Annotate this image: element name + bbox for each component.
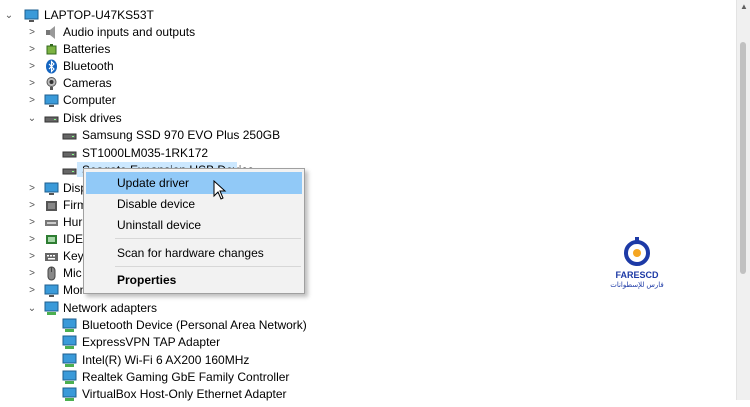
chevron-down-icon[interactable]: ⌄: [3, 7, 15, 24]
network-adapter-icon: [62, 353, 77, 368]
battery-icon: [44, 42, 59, 57]
watermark-logo: FARESCD فارس للإسطوانات: [608, 236, 666, 296]
computer-icon: [24, 8, 39, 23]
tree-item-label: VirtualBox Host-Only Ethernet Adapter: [82, 387, 287, 401]
menu-separator: [115, 238, 301, 239]
tree-item-label: Samsung SSD 970 EVO Plus 250GB: [82, 128, 281, 142]
speaker-icon: [44, 25, 59, 40]
firmware-icon: [44, 198, 59, 213]
display-adapter-icon: [44, 181, 59, 196]
menu-update-driver[interactable]: Update driver: [86, 172, 302, 194]
tree-item-label: Computer: [63, 93, 116, 107]
chevron-right-icon[interactable]: >: [26, 75, 38, 92]
chevron-right-icon[interactable]: >: [26, 24, 38, 41]
tree-item-label: Batteries: [63, 42, 111, 56]
menu-properties[interactable]: Properties: [86, 269, 302, 291]
disk-drive-icon: [62, 128, 77, 143]
mouse-icon: [44, 266, 59, 281]
menu-disable-device[interactable]: Disable device: [86, 193, 302, 215]
tree-item-label: Hur: [63, 215, 83, 229]
menu-uninstall-device[interactable]: Uninstall device: [86, 214, 302, 236]
tree-item-label: Disk drives: [63, 111, 122, 125]
monitor-icon: [44, 283, 59, 298]
tree-item-label: Key: [63, 249, 84, 263]
context-menu: Update driver Disable device Uninstall d…: [83, 168, 305, 294]
mouse-cursor-icon: [213, 180, 227, 200]
tree-item-label: IDE: [63, 232, 84, 246]
disk-drive-icon: [62, 163, 77, 178]
ide-controller-icon: [44, 232, 59, 247]
network-adapter-icon: [44, 301, 59, 316]
disk-drive-icon: [44, 111, 59, 126]
tree-item-label: Audio inputs and outputs: [63, 25, 196, 39]
disk-drive-icon: [62, 146, 77, 161]
tree-item-label: Realtek Gaming GbE Family Controller: [82, 370, 290, 384]
menu-separator: [115, 266, 301, 267]
tree-item-label: Network adapters: [63, 301, 158, 315]
chevron-right-icon[interactable]: >: [26, 248, 38, 265]
faresc-logo-icon: [624, 237, 650, 266]
camera-icon: [44, 76, 59, 91]
tree-item-label: ST1000LM035-1RK172: [82, 146, 209, 160]
menu-scan-hardware[interactable]: Scan for hardware changes: [86, 242, 302, 264]
network-adapter-icon: [62, 335, 77, 350]
chevron-right-icon[interactable]: >: [26, 197, 38, 214]
watermark-arabic: فارس للإسطوانات: [610, 282, 664, 289]
network-adapter-icon: [62, 370, 77, 385]
chevron-right-icon[interactable]: >: [26, 282, 38, 299]
chevron-right-icon[interactable]: >: [26, 92, 38, 109]
bluetooth-icon: [44, 59, 59, 74]
keyboard-icon: [44, 249, 59, 264]
tree-item-label: Cameras: [63, 76, 112, 90]
chevron-right-icon[interactable]: >: [26, 58, 38, 75]
watermark-brand: FARESCD: [615, 270, 659, 280]
tree-item-label: Bluetooth Device (Personal Area Network): [82, 318, 307, 332]
scrollbar-thumb[interactable]: [740, 42, 746, 274]
tree-root-label: LAPTOP-U47KS53T: [44, 8, 154, 22]
chevron-right-icon[interactable]: >: [26, 214, 38, 231]
chevron-down-icon[interactable]: ⌄: [26, 110, 38, 127]
scroll-up-icon[interactable]: ▲: [740, 2, 748, 11]
chevron-right-icon[interactable]: >: [26, 180, 38, 197]
tree-item-label: Intel(R) Wi-Fi 6 AX200 160MHz: [82, 353, 250, 367]
chevron-right-icon[interactable]: >: [26, 231, 38, 248]
chevron-right-icon[interactable]: >: [26, 41, 38, 58]
monitor-icon: [44, 93, 59, 108]
tree-item-label: ExpressVPN TAP Adapter: [82, 335, 221, 349]
tree-item-label: Bluetooth: [63, 59, 114, 73]
chevron-right-icon[interactable]: >: [26, 265, 38, 282]
hid-icon: [44, 215, 59, 230]
tree-item-label: Mic: [63, 266, 82, 280]
vertical-scrollbar[interactable]: ▲: [736, 0, 750, 400]
network-adapter-icon: [62, 318, 77, 333]
chevron-down-icon[interactable]: ⌄: [26, 300, 38, 317]
